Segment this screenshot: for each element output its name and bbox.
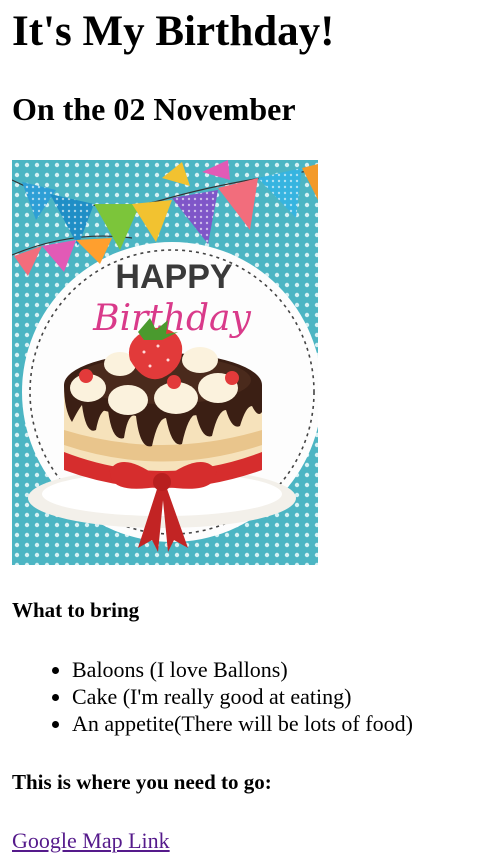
what-to-bring-heading: What to bring — [12, 598, 140, 622]
directions-heading: This is where you need to go: — [12, 770, 272, 794]
birthday-card-image: HAPPY Birthday — [12, 160, 318, 565]
happy-text: HAPPY — [115, 258, 232, 296]
list-item: Cake (I'm really good at eating) — [72, 683, 413, 710]
page-title: It's My Birthday! — [12, 8, 335, 55]
page-subtitle: On the 02 November — [12, 91, 296, 127]
list-item: An appetite(There will be lots of food) — [72, 710, 413, 737]
google-map-link[interactable]: Google Map Link — [12, 827, 170, 854]
list-item: Baloons (I love Ballons) — [72, 656, 413, 683]
bring-list: Baloons (I love Ballons) Cake (I'm reall… — [12, 656, 413, 737]
